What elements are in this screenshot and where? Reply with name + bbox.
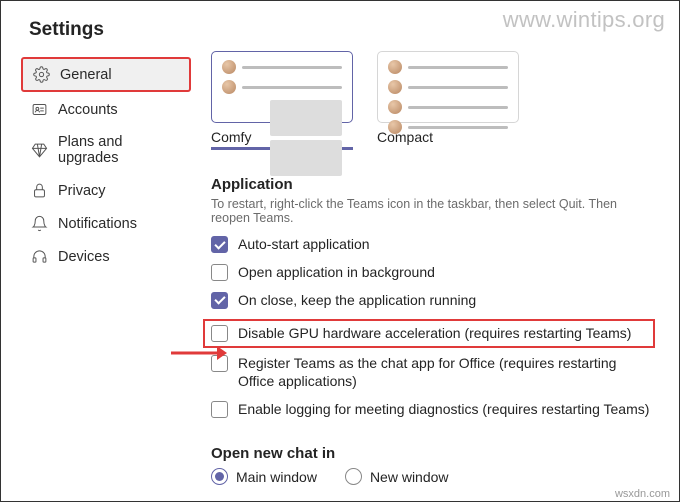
radio-label: Main window [236, 469, 317, 485]
application-section-title: Application [211, 176, 655, 193]
settings-main: Comfy Compact Application To restart, ri… [201, 57, 679, 485]
sidebar-item-accounts[interactable]: Accounts [21, 94, 191, 125]
sidebar-item-label: General [60, 67, 112, 83]
application-section-subtitle: To restart, right-click the Teams icon i… [211, 197, 655, 225]
watermark-text: www.wintips.org [503, 7, 665, 33]
theme-comfy-preview [211, 51, 353, 123]
sidebar-item-label: Privacy [58, 183, 106, 199]
radio-icon[interactable] [211, 468, 228, 485]
id-card-icon [31, 101, 48, 118]
lock-icon [31, 182, 48, 199]
theme-compact-label: Compact [377, 129, 519, 149]
radio-label: New window [370, 469, 449, 485]
annotation-arrow-icon [169, 344, 227, 367]
credits-text: wsxdn.com [615, 488, 670, 500]
sidebar-item-plans[interactable]: Plans and upgrades [21, 127, 191, 173]
option-label: Disable GPU hardware acceleration (requi… [238, 324, 631, 343]
sidebar-item-general[interactable]: General [21, 57, 191, 92]
sidebar-item-notifications[interactable]: Notifications [21, 208, 191, 239]
sidebar-item-privacy[interactable]: Privacy [21, 175, 191, 206]
checkbox-icon[interactable] [211, 264, 228, 281]
theme-compact-preview [377, 51, 519, 123]
option-enable-logging[interactable]: Enable logging for meeting diagnostics (… [211, 400, 655, 419]
radio-main-window[interactable]: Main window [211, 468, 317, 485]
option-autostart[interactable]: Auto-start application [211, 235, 655, 254]
sidebar-item-devices[interactable]: Devices [21, 241, 191, 272]
sidebar-item-label: Devices [58, 249, 110, 265]
option-label: Auto-start application [238, 235, 370, 254]
sidebar-item-label: Notifications [58, 216, 137, 232]
option-label: Register Teams as the chat app for Offic… [238, 354, 655, 392]
option-open-background[interactable]: Open application in background [211, 263, 655, 282]
gear-icon [33, 66, 50, 83]
checkbox-icon[interactable] [211, 236, 228, 253]
option-register-chat[interactable]: Register Teams as the chat app for Offic… [211, 354, 655, 392]
checkbox-icon[interactable] [211, 325, 228, 342]
checkbox-icon[interactable] [211, 401, 228, 418]
theme-comfy[interactable]: Comfy [211, 51, 353, 150]
sidebar-item-label: Accounts [58, 102, 118, 118]
option-keep-running[interactable]: On close, keep the application running [211, 291, 655, 310]
sidebar-item-label: Plans and upgrades [58, 134, 181, 166]
radio-icon[interactable] [345, 468, 362, 485]
radio-new-window[interactable]: New window [345, 468, 449, 485]
settings-sidebar: General Accounts Plans and upgrades Priv… [1, 57, 201, 485]
headset-icon [31, 248, 48, 265]
option-disable-gpu[interactable]: Disable GPU hardware acceleration (requi… [211, 324, 647, 343]
theme-compact[interactable]: Compact [377, 51, 519, 150]
option-label: Enable logging for meeting diagnostics (… [238, 400, 649, 419]
open-chat-section-title: Open new chat in [211, 445, 655, 462]
option-label: On close, keep the application running [238, 291, 476, 310]
highlight-gpu-setting: Disable GPU hardware acceleration (requi… [203, 319, 655, 348]
checkbox-icon[interactable] [211, 292, 228, 309]
bell-icon [31, 215, 48, 232]
option-label: Open application in background [238, 263, 435, 282]
diamond-icon [31, 142, 48, 159]
